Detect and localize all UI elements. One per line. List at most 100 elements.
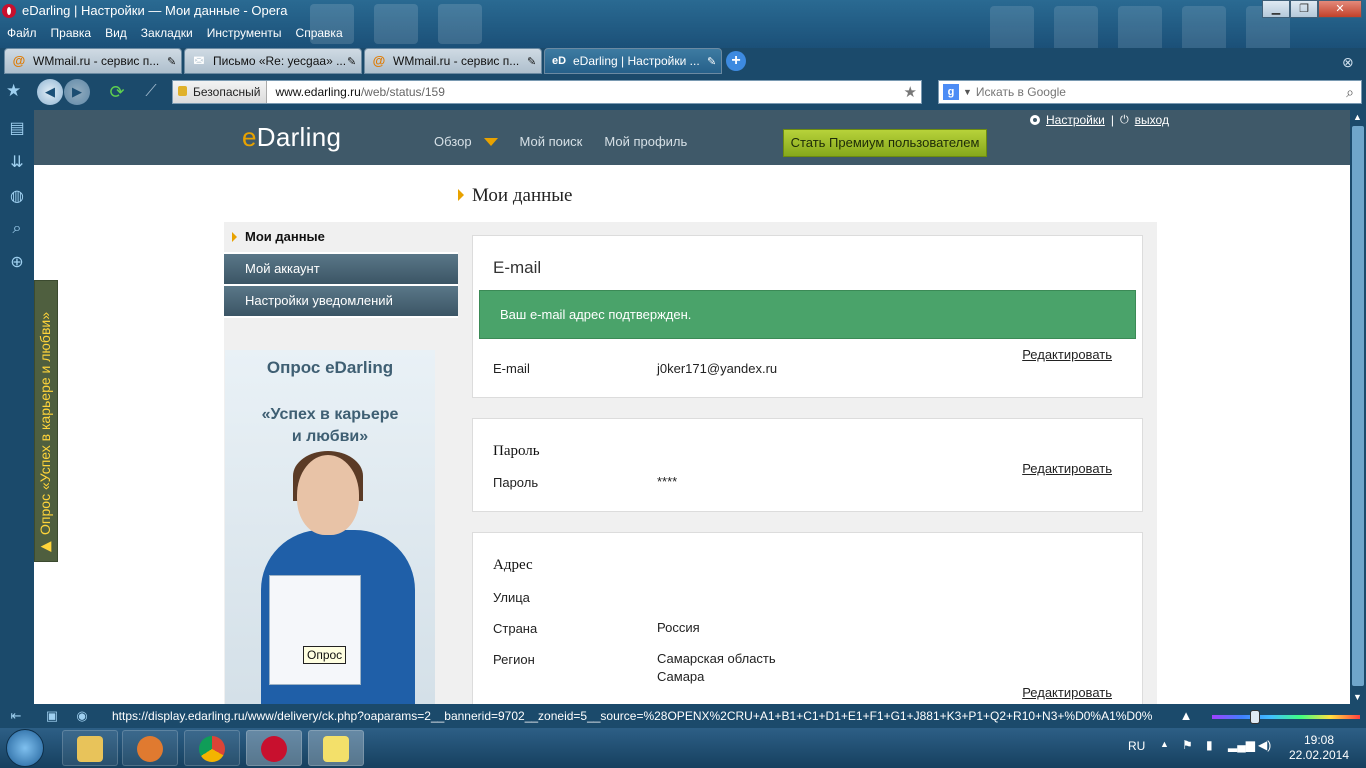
wand-icon[interactable]: ⟋ [138,79,164,105]
taskbar-clock[interactable]: 19:08 22.02.2014 [1284,733,1354,763]
menu-edit[interactable]: Правка [44,24,99,44]
close-window-button[interactable]: ✕ [1318,0,1362,18]
pencil-icon: ✎ [347,55,357,68]
tab-label: WMmail.ru - сервис п... [33,54,160,68]
password-value: **** [657,474,678,489]
security-badge[interactable]: Безопасный [173,81,268,103]
sidebar-item-my-data[interactable]: Мои данные [224,222,458,254]
tray-expand-icon[interactable]: ▲ [1160,739,1169,749]
premium-button[interactable]: Стать Премиум пользователем [783,129,987,157]
page-title: Мои данные [457,185,573,206]
screen-icon[interactable]: ▣ [44,708,60,724]
sidebar-item-notifications[interactable]: Настройки уведомлений [224,286,458,318]
taskbar-explorer[interactable] [62,730,118,766]
desktop-icon [1054,6,1098,52]
tab-mail[interactable]: ✉ Письмо «Re: уесgaa» ... ✎ [184,48,362,74]
logout-link[interactable]: выход [1135,113,1169,127]
tooltip: Опрос [303,646,347,664]
scroll-up-icon[interactable]: ▲ [1353,112,1362,122]
edarling-logo[interactable]: eDarling [242,122,341,153]
password-card-title: Пароль [493,443,540,459]
back-button[interactable]: ◀ [37,79,63,105]
new-tab-button[interactable]: + [726,51,746,71]
windows-taskbar: RU ▲ ⚑ ▮ ▂▄▆ ◀) 19:08 22.02.2014 [0,728,1366,768]
url-text: www.edarling.ru/web/status/159 [267,85,444,99]
tab-wmmail-1[interactable]: @ WMmail.ru - сервис п... ✎ [4,48,182,74]
search-input[interactable] [975,85,1339,99]
close-tab-icon[interactable]: ⊗ [1342,54,1358,70]
taskbar-media-player[interactable] [122,730,178,766]
search-icon[interactable]: ⌕ [6,220,28,242]
tab-bar: @ WMmail.ru - сервис п... ✎ ✉ Письмо «Re… [0,48,1366,75]
address-card-title: Адрес [493,557,533,573]
google-icon[interactable]: g [943,84,959,100]
flag-icon[interactable]: ⚑ [1182,738,1193,752]
web-page: eDarling Обзор Мой поиск Мой профиль Ста… [34,110,1350,704]
power-icon: ⏻ [1119,113,1129,126]
folder-icon [77,736,103,762]
start-button[interactable] [6,729,44,767]
notes-icon[interactable]: ▤ [6,118,28,140]
downloads-icon[interactable]: ⇊ [6,152,28,174]
reload-icon[interactable]: ⟳ [104,79,130,105]
settings-link[interactable]: Настройки [1046,113,1105,127]
zoom-slider-knob[interactable] [1250,710,1260,724]
pencil-icon: ✎ [527,55,537,68]
nav-my-profile[interactable]: Мой профиль [604,134,687,149]
email-card-title: E-mail [493,258,542,277]
globe-icon[interactable]: ◍ [6,186,28,208]
desktop-icons-behind [310,4,482,44]
desktop-icon [990,6,1034,52]
tab-edarling[interactable]: eD eDarling | Настройки ... ✎ [544,48,722,74]
zoom-slider[interactable] [1212,710,1360,724]
menu-tools[interactable]: Инструменты [200,24,289,44]
sidebar-item-my-account[interactable]: Мой аккаунт [224,254,458,286]
address-field[interactable]: Безопасный www.edarling.ru/web/status/15… [172,80,922,104]
add-panel-icon[interactable]: ⊕ [6,252,28,274]
password-card: Пароль Редактировать Пароль **** [472,418,1143,512]
desktop-icon [310,4,354,44]
panel-toggle-icon[interactable]: ⇤ [8,708,24,724]
survey-side-tab[interactable]: ▶ Опрос «Успех в карьере и любви» [34,280,58,562]
taskbar-chrome[interactable] [184,730,240,766]
nav-my-search[interactable]: Мой поиск [520,134,583,149]
maximize-button[interactable]: ❐ [1290,0,1318,18]
taskbar-sticky-notes[interactable] [308,730,364,766]
chevron-down-icon[interactable] [483,138,498,146]
tab-wmmail-2[interactable]: @ WMmail.ru - сервис п... ✎ [364,48,542,74]
email-card: E-mail Ваш e-mail адрес подтвержден. Ред… [472,235,1143,398]
mail-icon: ✉ [193,53,205,68]
forward-button[interactable]: ▶ [64,79,90,105]
bookmark-star-icon[interactable]: ★ [904,83,917,101]
survey-promo-banner[interactable]: Опрос eDarling «Успех в карьере и любви» … [225,350,435,704]
language-indicator[interactable]: RU [1128,739,1145,753]
taskbar-opera[interactable] [246,730,302,766]
network-icon[interactable]: ▂▄▆ [1228,738,1255,752]
tab-label: WMmail.ru - сервис п... [393,54,520,68]
volume-icon[interactable]: ◀) [1258,738,1271,752]
nav-overview[interactable]: Обзор [434,134,472,149]
battery-icon[interactable]: ▮ [1206,738,1213,752]
menu-file[interactable]: Файл [0,24,44,44]
sticky-notes-icon [323,736,349,762]
edit-email-link[interactable]: Редактировать [1022,347,1112,362]
edit-password-link[interactable]: Редактировать [1022,461,1112,476]
bookmark-star-icon[interactable]: ★ [6,81,21,101]
country-label: Страна [493,621,538,636]
page-scrollbar[interactable]: ▲ ▼ [1350,110,1366,704]
desktop-icon [438,4,482,44]
country-value: Россия [657,620,700,635]
scrollbar-thumb[interactable] [1352,126,1364,686]
minimize-button[interactable]: ▁ [1262,0,1290,18]
edit-address-link[interactable]: Редактировать [1022,685,1112,700]
search-field[interactable]: g ▼ ⌕ [938,80,1362,104]
search-icon[interactable]: ⌕ [1339,84,1361,101]
scroll-down-icon[interactable]: ▼ [1353,692,1362,702]
turbo-icon[interactable]: ▲ [1178,708,1194,724]
menu-bookmarks[interactable]: Закладки [134,24,200,44]
region-label: Регион [493,652,535,667]
chevron-down-icon[interactable]: ▼ [963,87,972,97]
unite-icon[interactable]: ◉ [74,708,90,724]
desktop-icon [1118,6,1162,52]
menu-view[interactable]: Вид [98,24,134,44]
